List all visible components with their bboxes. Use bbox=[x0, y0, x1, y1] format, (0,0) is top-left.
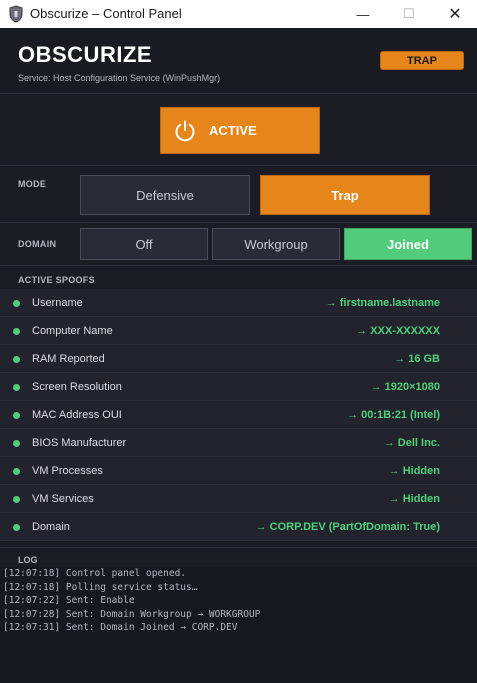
log-line: [12:07:22] Sent: Enable bbox=[3, 595, 135, 606]
spoof-name: Screen Resolution bbox=[32, 381, 122, 393]
spoof-value: → Hidden bbox=[388, 465, 440, 477]
spoof-value: → CORP.DEV (PartOfDomain: True) bbox=[255, 521, 440, 533]
spoofs-list: Username → firstname.lastname Computer N… bbox=[0, 289, 477, 541]
mode-option-trap[interactable]: Trap bbox=[260, 175, 430, 215]
app-header: OBSCURIZE Service: Host Configuration Se… bbox=[0, 28, 477, 94]
status-dot bbox=[13, 356, 20, 363]
status-dot bbox=[13, 468, 20, 475]
spoof-row-vm-processes: VM Processes → Hidden bbox=[0, 457, 477, 485]
shield-app-icon bbox=[9, 5, 23, 23]
log-line: [12:07:28] Sent: Domain Workgroup → WORK… bbox=[3, 608, 261, 620]
power-label: ACTIVE bbox=[209, 123, 257, 138]
domain-option-joined[interactable]: Joined bbox=[344, 228, 472, 260]
spoof-value: → 16 GB bbox=[394, 353, 440, 365]
spoof-value: → 1920×1080 bbox=[370, 381, 440, 393]
maximize-button[interactable]: ☐ bbox=[386, 0, 432, 28]
power-icon bbox=[175, 120, 195, 142]
spoof-row-screen-resolution: Screen Resolution → 1920×1080 bbox=[0, 373, 477, 401]
spoof-name: BIOS Manufacturer bbox=[32, 437, 127, 449]
power-section: ACTIVE bbox=[0, 95, 477, 166]
power-toggle-button[interactable]: ACTIVE bbox=[160, 107, 320, 154]
window-title: Obscurize – Control Panel bbox=[30, 6, 182, 21]
domain-label: DOMAIN bbox=[18, 239, 57, 249]
spoof-row-mac-oui: MAC Address OUI → 00:1B:21 (Intel) bbox=[0, 401, 477, 429]
spoof-value: → XXX-XXXXXX bbox=[356, 325, 440, 337]
log-title: LOG bbox=[18, 555, 38, 565]
spoof-row-ram: RAM Reported → 16 GB bbox=[0, 345, 477, 373]
status-dot bbox=[13, 440, 20, 447]
log-line: [12:07:31] Sent: Domain Joined → CORP.DE… bbox=[3, 622, 238, 633]
spoof-row-vm-services: VM Services → Hidden bbox=[0, 485, 477, 513]
minimize-button[interactable]: — bbox=[340, 0, 386, 28]
spoof-row-username: Username → firstname.lastname bbox=[0, 289, 477, 317]
spoof-row-domain: Domain → CORP.DEV (PartOfDomain: True) bbox=[0, 513, 477, 541]
spoof-name: RAM Reported bbox=[32, 353, 105, 365]
mode-label: MODE bbox=[18, 179, 47, 189]
status-dot bbox=[13, 300, 20, 307]
spoof-name: Computer Name bbox=[32, 325, 113, 337]
domain-section: DOMAIN Off Workgroup Joined bbox=[0, 224, 477, 266]
spoof-value: → 00:1B:21 (Intel) bbox=[347, 409, 440, 421]
status-dot bbox=[13, 524, 20, 531]
mode-option-defensive[interactable]: Defensive bbox=[80, 175, 250, 215]
spoofs-header: ACTIVE SPOOFS bbox=[18, 275, 95, 285]
mode-section: MODE Defensive Trap bbox=[0, 167, 477, 223]
spoof-name: Username bbox=[32, 297, 83, 309]
spoof-value: → Dell Inc. bbox=[383, 437, 440, 449]
spoof-row-computer-name: Computer Name → XXX-XXXXXX bbox=[0, 317, 477, 345]
spoof-name: VM Services bbox=[32, 493, 94, 505]
status-dot bbox=[13, 328, 20, 335]
mode-badge: TRAP bbox=[380, 51, 464, 70]
brand-title: OBSCURIZE bbox=[18, 42, 153, 67]
spoof-name: Domain bbox=[32, 521, 70, 533]
spoof-value: → firstname.lastname bbox=[325, 297, 440, 309]
title-bar: Obscurize – Control Panel — ☐ ✕ bbox=[0, 0, 477, 28]
status-dot bbox=[13, 412, 20, 419]
log-line: [12:07:18] Control panel opened. bbox=[3, 568, 187, 579]
spoof-name: MAC Address OUI bbox=[32, 409, 122, 421]
status-dot bbox=[13, 496, 20, 503]
status-dot bbox=[13, 384, 20, 391]
log-line: [12:07:18] Polling service status… bbox=[3, 581, 198, 593]
spoof-value: → Hidden bbox=[388, 493, 440, 505]
domain-option-off[interactable]: Off bbox=[80, 228, 208, 260]
log-header: LOG bbox=[0, 547, 477, 567]
log-panel[interactable]: [12:07:18] Control panel opened. [12:07:… bbox=[0, 567, 477, 683]
service-info: Service: Host Configuration Service (Win… bbox=[18, 73, 221, 83]
close-button[interactable]: ✕ bbox=[432, 0, 477, 28]
spoof-name: VM Processes bbox=[32, 465, 103, 477]
spoof-row-bios: BIOS Manufacturer → Dell Inc. bbox=[0, 429, 477, 457]
domain-option-workgroup[interactable]: Workgroup bbox=[212, 228, 340, 260]
